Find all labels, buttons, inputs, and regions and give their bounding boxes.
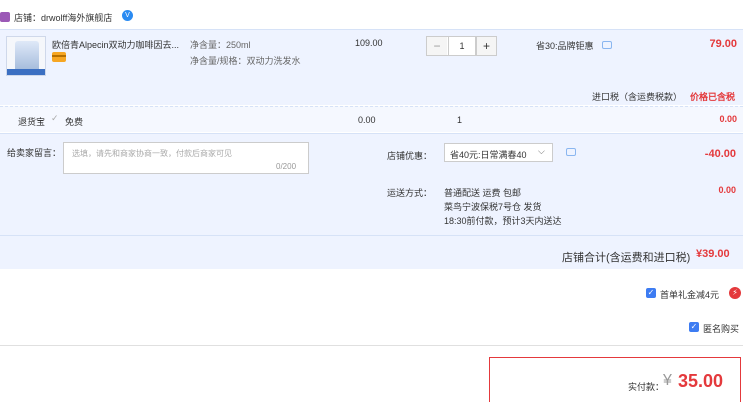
increase-button[interactable]: + [476, 37, 496, 55]
return-insurance-checkbox[interactable]: ✓ [51, 113, 59, 124]
decrease-button[interactable]: − [427, 37, 447, 55]
shipping-label: 运送方式： [387, 188, 433, 198]
sku-spec: 净含量/规格：双动力洗发水 [190, 56, 301, 66]
shipping-warehouse: 菜鸟宁波保税7号仓 发货 [444, 202, 542, 212]
shipping-eta: 18:30前付款，预计3天内送达 [444, 216, 562, 226]
return-insurance-price: 0.00 [358, 115, 376, 125]
sku-volume: 净含量：250ml [190, 40, 251, 50]
payment-label: 实付款： [628, 382, 665, 392]
anonymous-label[interactable]: 匿名购买 [703, 322, 739, 335]
seller-note-counter: 0/200 [276, 162, 297, 171]
divider [0, 345, 743, 346]
gift-coupon-label[interactable]: 首单礼金减4元 [660, 288, 719, 301]
seller-note-label: 给卖家留言： [7, 148, 62, 158]
tax-label: 进口税（含运费税款） [592, 92, 683, 102]
lightning-icon: ⚡ [729, 287, 741, 299]
return-insurance-label: 退货宝 [18, 117, 46, 127]
divider [0, 235, 743, 236]
store-icon [0, 12, 10, 22]
store-name[interactable]: 店铺：drwolff海外旗舰店 [14, 11, 112, 24]
shipping-value: 0.00 [718, 185, 736, 195]
return-insurance-option: 免费 [65, 117, 84, 127]
payment-amount: 35.00 [678, 371, 724, 391]
verified-badge-icon: V [122, 10, 133, 21]
currency-symbol: ¥ [663, 372, 672, 389]
shipping-method: 普通配送 运费 包邮 [444, 188, 522, 198]
quantity-stepper[interactable]: − 1 + [426, 36, 497, 56]
gift-coupon-checkbox[interactable]: ✓ [646, 288, 656, 298]
product-title[interactable]: 欧倍青Alpecin双动力咖啡因去... [52, 38, 186, 51]
anonymous-checkbox[interactable]: ✓ [689, 322, 699, 332]
chat-icon[interactable] [602, 41, 612, 49]
store-promo-selected: 省40元:日常满春40 [450, 150, 527, 160]
product-thumbnail[interactable] [6, 36, 46, 76]
seller-note-placeholder: 选填，请先和商家协商一致，付款后商家可见 [72, 149, 232, 158]
return-insurance-total: 0.00 [719, 114, 737, 124]
chevron-down-icon: ⌵ [538, 146, 545, 156]
unit-price: 109.00 [355, 38, 383, 48]
thumbnail-strip [7, 69, 45, 75]
credit-card-icon [52, 52, 66, 62]
store-promo-label: 店铺优惠： [387, 151, 433, 161]
store-total-label: 店铺合计(含运费和进口税) [562, 252, 691, 264]
store-total-value: ¥39.00 [696, 248, 730, 260]
item-discount: 省30:品牌钜惠 [536, 41, 594, 51]
store-promo-value: -40.00 [704, 148, 736, 160]
item-total: 79.00 [709, 38, 737, 50]
chat-icon[interactable] [566, 148, 576, 156]
quantity-input[interactable]: 1 [448, 37, 476, 55]
return-insurance-qty: 1 [457, 115, 463, 125]
tax-value: 价格已含税 [690, 92, 736, 102]
